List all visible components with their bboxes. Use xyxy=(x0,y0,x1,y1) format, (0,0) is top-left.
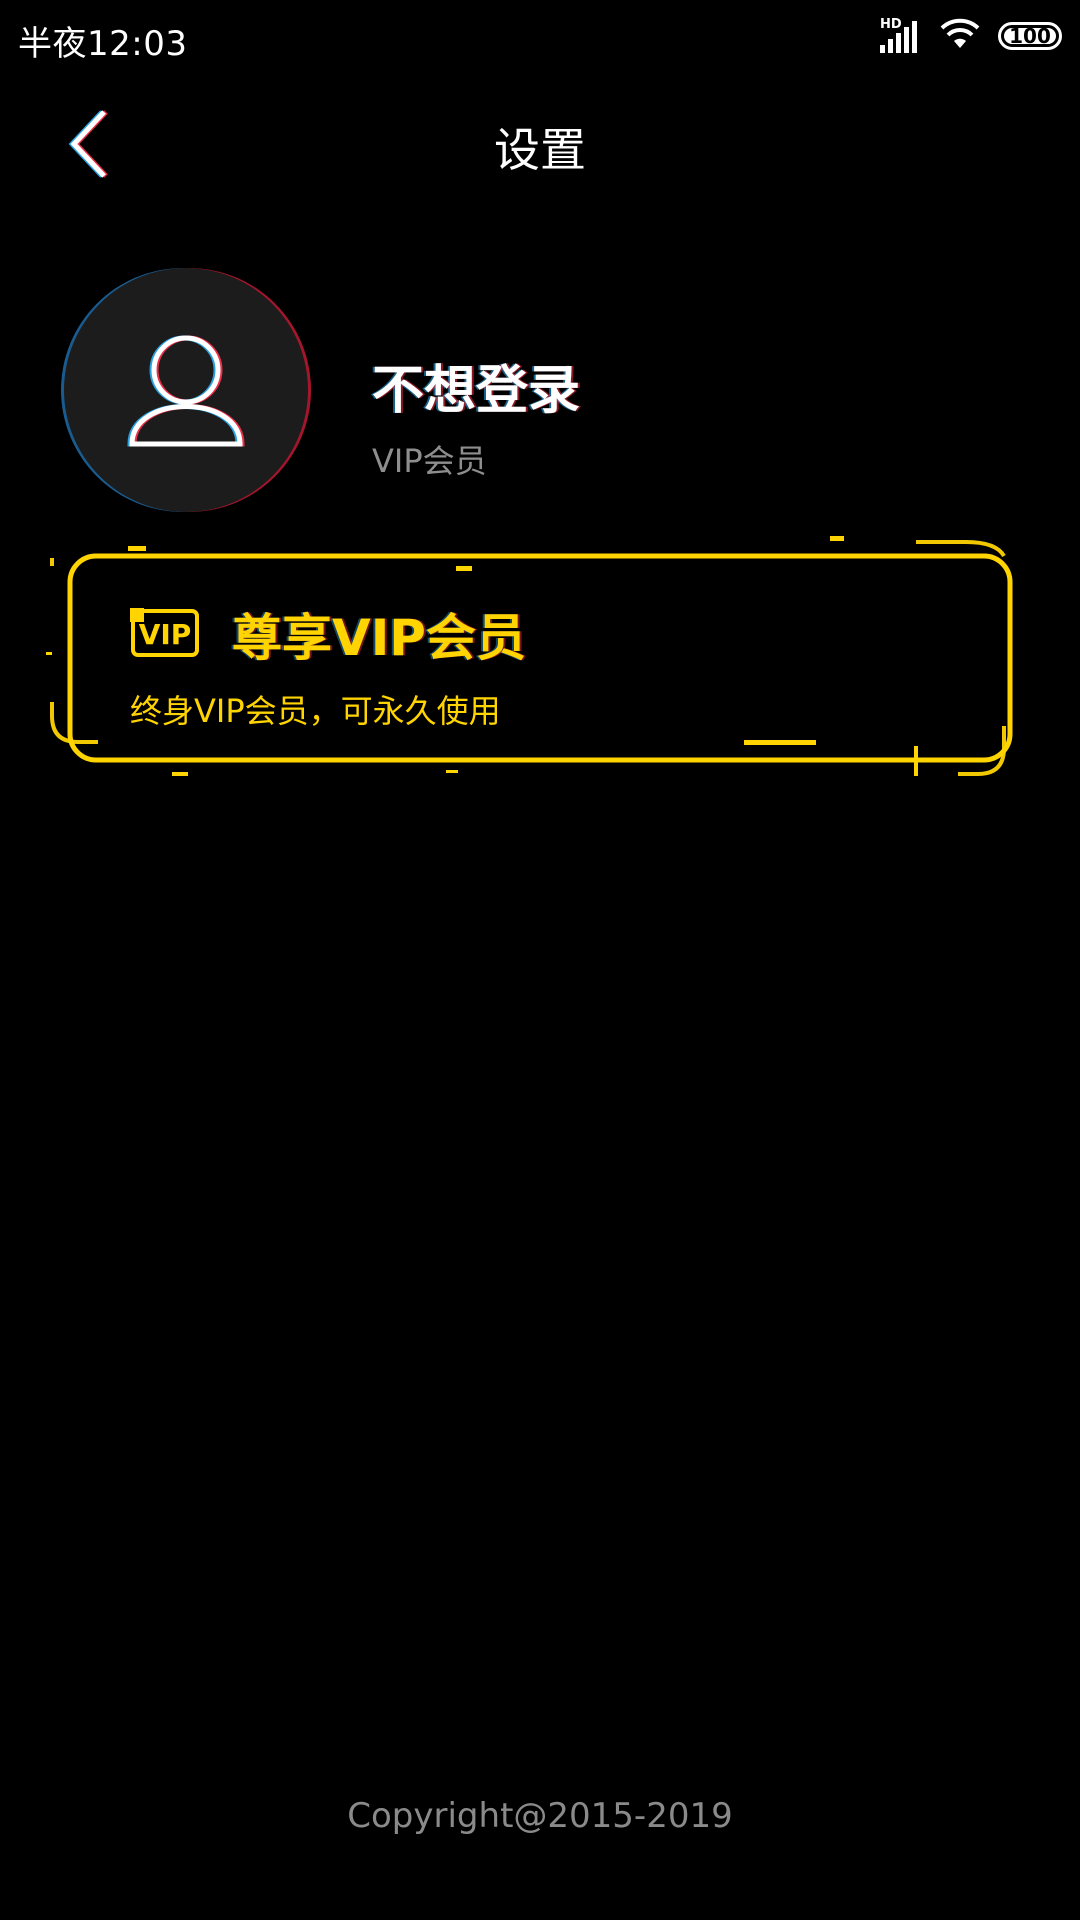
user-icon xyxy=(127,335,245,447)
wifi-icon xyxy=(940,18,980,54)
copyright-text: Copyright@2015-2019 xyxy=(347,1796,733,1836)
battery-level: 100 xyxy=(1009,24,1051,48)
top-app-bar: 设置 xyxy=(0,90,1080,194)
avatar[interactable] xyxy=(64,268,308,512)
network-type-label: HD xyxy=(880,17,902,32)
status-time: 半夜12:03 xyxy=(18,24,188,64)
page-title: 设置 xyxy=(494,123,586,177)
vip-membership-card[interactable]: VIP 尊享VIP会员 终身VIP会员，可永久使用 xyxy=(46,536,1036,776)
status-bar: 半夜12:03 HD 100 xyxy=(0,0,1080,72)
status-icons: HD 100 xyxy=(880,17,1062,54)
signal-icon: HD xyxy=(880,17,922,53)
username: 不想登录 xyxy=(372,361,581,421)
vip-badge-text: VIP xyxy=(139,618,192,651)
settings-screen: 半夜12:03 HD 100 设置 不想登录 VIP会员 VIP 尊享VIP会员… xyxy=(0,0,1080,1920)
membership-level: VIP会员 xyxy=(372,442,487,480)
vip-subtitle: 终身VIP会员，可永久使用 xyxy=(130,692,501,730)
vip-badge-icon: VIP xyxy=(130,608,199,657)
battery-icon: 100 xyxy=(998,22,1062,50)
vip-title: 尊享VIP会员 xyxy=(232,609,526,667)
